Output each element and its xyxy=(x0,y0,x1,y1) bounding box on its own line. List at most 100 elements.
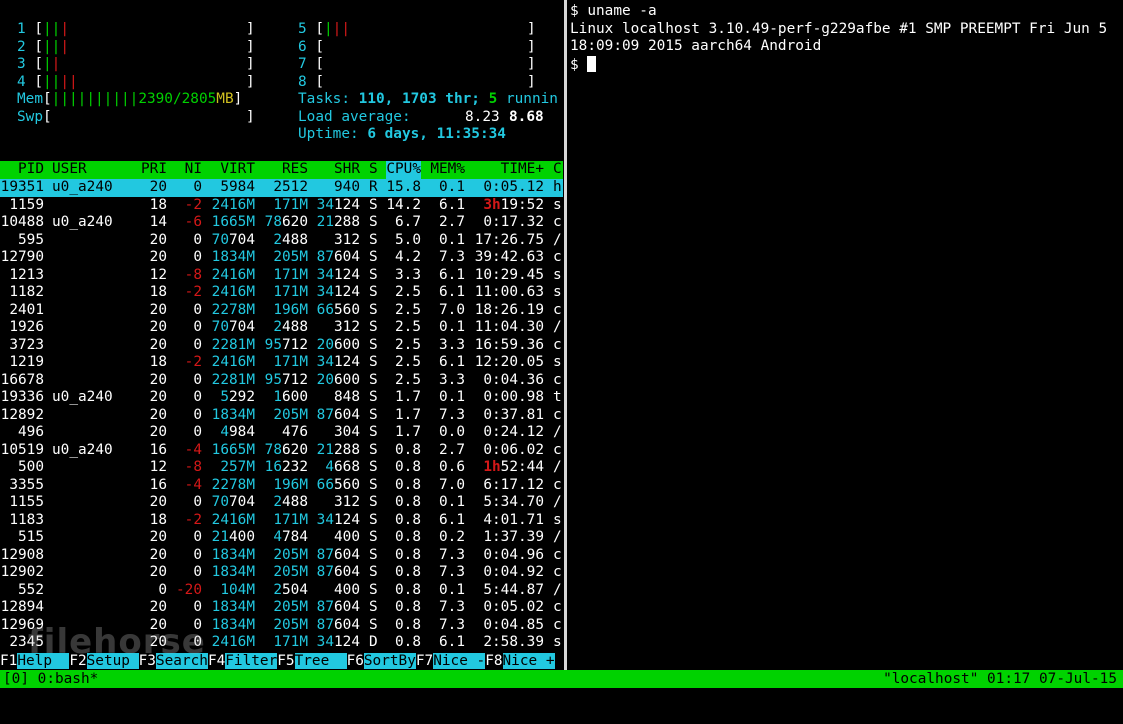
column-header-shr[interactable]: SHR xyxy=(334,161,360,179)
running-value: 5 xyxy=(488,91,498,107)
mem-total: /2805 xyxy=(172,91,217,107)
value-part: 124 xyxy=(334,284,360,300)
cell-pid: 16678 xyxy=(0,371,44,388)
table-row[interactable]: 12902 20 0 1834M 205M 87604 S 0.8 7.3 0:04.92 c xyxy=(0,564,563,582)
cell-pid: 2401 xyxy=(9,301,44,318)
htop-pane[interactable]: 1 [|||] 2 [|||] 3 [||] 4 [||||] 5 [|||] 6 [] 7… xyxy=(0,0,563,670)
value-part: 2416M xyxy=(211,196,255,213)
fkey-f8-button[interactable]: F8Nice + xyxy=(485,653,555,670)
table-row[interactable]: 595 20 0 70704 2488 312 S 5.0 0.1 17:26.75 / xyxy=(0,232,563,250)
table-row[interactable]: 12892 20 0 1834M 205M 87604 S 1.7 7.3 0:37.81 c xyxy=(0,407,563,425)
table-row[interactable]: 1183 18 -2 2416M 171M 34124 S 0.8 6.1 4:01.71 s xyxy=(0,512,563,530)
cell-shr: 940 xyxy=(334,179,360,197)
value-part: 196M xyxy=(273,476,308,493)
cell-cpu: 15.8 xyxy=(386,179,421,195)
cell-cpu: 4.2 xyxy=(395,249,421,265)
column-header-s[interactable]: S xyxy=(369,161,378,179)
process-table-header[interactable]: PID USER PRI NI VIRT RES SHR S CPU% MEM% TIME+ C xyxy=(0,161,563,179)
table-row[interactable]: 1159 18 -2 2416M 171M 34124 S 14.2 6.1 3h19:52 s xyxy=(0,197,563,215)
cell-virt: 21400 xyxy=(212,529,255,547)
time-hours: 1h xyxy=(483,459,501,475)
value-part: 124 xyxy=(334,196,360,213)
cell-pid: 12790 xyxy=(0,249,44,265)
table-row[interactable]: 2401 20 0 2278M 196M 66560 S 2.5 7.0 18:26.19 c xyxy=(0,302,563,320)
cell-virt: 4984 xyxy=(220,424,255,442)
table-row[interactable]: 1182 18 -2 2416M 171M 34124 S 2.5 6.1 11:00.63 s xyxy=(0,284,563,302)
column-header-res[interactable]: RES xyxy=(282,161,308,179)
value-part: 87 xyxy=(316,406,334,423)
cell-pid: 552 xyxy=(18,581,44,598)
table-row[interactable]: 12908 20 0 1834M 205M 87604 S 0.8 7.3 0:04.96 c xyxy=(0,547,563,565)
fkey-key: F6 xyxy=(346,653,364,669)
cell-cpu: 2.5 xyxy=(395,354,421,370)
cell-ni: -2 xyxy=(184,196,202,213)
column-header-mem[interactable]: MEM% xyxy=(430,161,465,179)
tmux-window-list[interactable]: [0] 0:bash* xyxy=(3,670,98,688)
column-header-pri[interactable]: PRI xyxy=(141,161,167,179)
cell-cpu: 3.3 xyxy=(395,266,421,283)
table-row[interactable]: 12894 20 0 1834M 205M 87604 S 0.8 7.3 0:05.02 c xyxy=(0,599,563,617)
cell-mem: 7.3 xyxy=(439,599,465,615)
cell-res: 78620 xyxy=(265,442,308,460)
value-part: 205M xyxy=(273,599,308,615)
column-header-c[interactable]: C xyxy=(553,161,562,179)
table-row[interactable]: 10519 u0_a240 16 -4 1665M 78620 21288 S 0.8 2.7 0:… xyxy=(0,442,563,460)
table-row[interactable]: 10488 u0_a240 14 -6 1665M 78620 21288 S 6.7 2.7 0:… xyxy=(0,214,563,232)
value-part: 124 xyxy=(334,354,360,370)
fkey-f4-button[interactable]: F4Filter xyxy=(207,653,278,670)
fkey-f7-button[interactable]: F7Nice - xyxy=(415,653,486,670)
table-row[interactable]: 16678 20 0 2281M 95712 20600 S 2.5 3.3 0:04.36 c xyxy=(0,372,563,390)
table-row[interactable]: 12790 20 0 1834M 205M 87604 S 4.2 7.3 39:42.63 c xyxy=(0,249,563,267)
cell-cmd: c xyxy=(553,564,562,580)
cell-time: 3h19:52 xyxy=(483,197,544,215)
tmux-status-right: "localhost" 01:17 07-Jul-15 xyxy=(883,671,1117,687)
cell-s: S xyxy=(369,266,378,283)
column-header-user[interactable]: USER xyxy=(52,161,87,179)
cell-res: 205M xyxy=(273,599,308,617)
table-row[interactable]: 1926 20 0 70704 2488 312 S 2.5 0.1 11:04.30 / xyxy=(0,319,563,337)
value-part: 704 xyxy=(229,231,255,248)
cell-res: 171M xyxy=(273,512,308,530)
table-row[interactable]: 3723 20 0 2281M 95712 20600 S 2.5 3.3 16:59.36 c xyxy=(0,337,563,355)
value-part: 476 xyxy=(282,424,308,440)
table-row[interactable]: 3355 16 -4 2278M 196M 66560 S 0.8 7.0 6:17.12 c xyxy=(0,477,563,495)
cell-cmd: c xyxy=(553,406,562,423)
uptime-value: 6 days, 11:35:34 xyxy=(367,126,506,142)
value-part: 2416M xyxy=(211,511,255,528)
column-header-time[interactable]: TIME+ xyxy=(501,161,544,179)
column-header-pid[interactable]: PID xyxy=(18,161,44,179)
value-part: 620 xyxy=(282,214,308,230)
table-row[interactable]: 19351 u0_a240 20 0 5984 2512 940 R 15.8 0.1 0:05.1… xyxy=(0,179,563,197)
table-row[interactable]: 1213 12 -8 2416M 171M 34124 S 3.3 6.1 10:29.45 s xyxy=(0,267,563,285)
table-row[interactable]: 552 0 -20 104M 2504 400 S 0.8 0.1 5:44.87 / xyxy=(0,582,563,600)
process-table[interactable]: 19351 u0_a240 20 0 5984 2512 940 R 15.8 0.1 0:05.1… xyxy=(0,179,563,652)
cell-pri: 20 xyxy=(149,179,167,195)
cell-mem: 6.1 xyxy=(439,284,465,300)
bracket-open: [ xyxy=(25,73,43,90)
value-part: 668 xyxy=(334,459,360,475)
cell-cmd: c xyxy=(553,599,562,615)
table-row[interactable]: 1155 20 0 70704 2488 312 S 0.8 0.1 5:34.70 / xyxy=(0,494,563,512)
fkey-f5-button[interactable]: F5Tree xyxy=(277,653,347,670)
terminal-prompt-line[interactable]: $ xyxy=(570,55,1107,75)
fkey-f6-button[interactable]: F6SortBy xyxy=(346,653,416,670)
terminal-pane[interactable]: $ uname -a Linux localhost 3.10.49-perf-g… xyxy=(567,0,1123,670)
table-row[interactable]: 19336 u0_a240 20 0 5292 1600 848 S 1.7 0.1 0:00.98… xyxy=(0,389,563,407)
cell-cpu: 14.2 xyxy=(386,196,421,213)
value-part: 5 xyxy=(220,389,229,405)
cell-pid: 10519 xyxy=(0,441,44,458)
table-row[interactable]: 496 20 0 4984 476 304 S 1.7 0.0 0:24.12 / xyxy=(0,424,563,442)
table-row[interactable]: 500 12 -8 257M 16232 4668 S 0.8 0.6 1h52:44 / xyxy=(0,459,563,477)
column-header-virt[interactable]: VIRT xyxy=(220,161,255,179)
table-row[interactable]: 515 20 0 21400 4784 400 S 0.8 0.2 1:37.39/ xyxy=(0,529,563,547)
column-header-cpu[interactable]: CPU% xyxy=(386,161,421,179)
cell-s: S xyxy=(369,406,378,423)
table-row[interactable]: 1219 18 -2 2416M 171M 34124 S 2.5 6.1 12:20.05 s xyxy=(0,354,563,372)
cell-res: 16232 xyxy=(265,459,308,477)
column-header-ni[interactable]: NI xyxy=(185,161,202,179)
cell-virt: 5292 xyxy=(220,389,255,407)
terminal-output[interactable]: $ uname -a Linux localhost 3.10.49-perf-g… xyxy=(570,3,1107,74)
tasks-meter: Tasks: 110, 1703 thr; 5 runnin xyxy=(298,91,558,109)
cpu-meter-6: 6 [ xyxy=(298,39,324,57)
cell-pid: 12908 xyxy=(0,546,44,563)
